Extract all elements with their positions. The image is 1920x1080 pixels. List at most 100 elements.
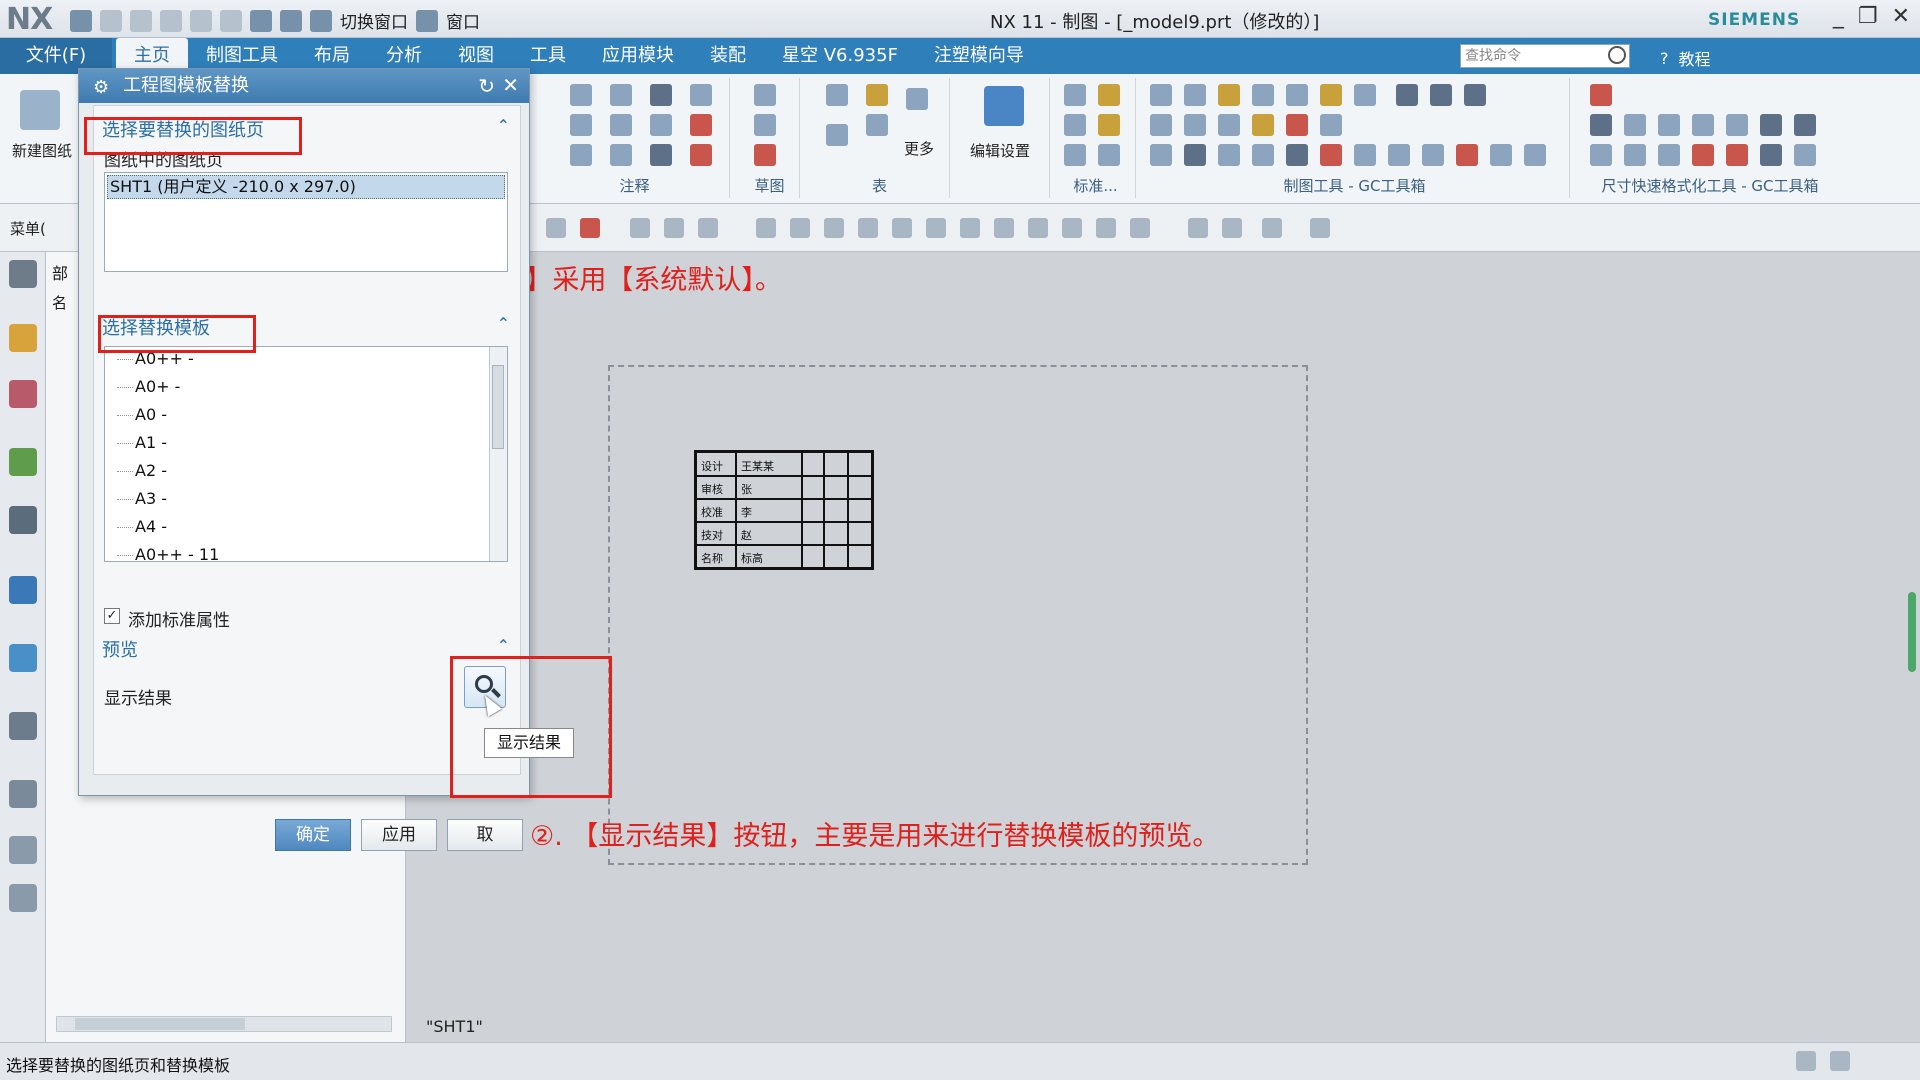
template-list-item[interactable]: A2 - (135, 461, 167, 480)
datum-icon[interactable] (570, 114, 592, 136)
dim-tool-icon-3[interactable] (1624, 114, 1646, 136)
gc-tool-icon-20[interactable] (1252, 144, 1274, 166)
dim-tool-icon-4[interactable] (1658, 114, 1680, 136)
snap-icon-10[interactable] (892, 218, 912, 238)
tab-application[interactable]: 应用模块 (584, 38, 692, 74)
dialog-close-icon[interactable]: ✕ (502, 73, 519, 97)
gc-tool-icon-4[interactable] (1252, 84, 1274, 106)
snap-icon-7[interactable] (790, 218, 810, 238)
gc-tool-icon-21[interactable] (1286, 144, 1308, 166)
window-icon[interactable] (416, 9, 438, 32)
snap-icon-1[interactable] (546, 218, 566, 238)
gc-tool-icon-27[interactable] (1490, 144, 1512, 166)
status-icon-2[interactable] (1830, 1051, 1850, 1071)
gc-tool-icon-26[interactable] (1456, 144, 1478, 166)
template-list-item[interactable]: A3 - (135, 489, 167, 508)
touch-mode-icon[interactable] (280, 9, 302, 32)
dim-tool-icon-14[interactable] (1760, 144, 1782, 166)
gc-tool-icon-23[interactable] (1354, 144, 1376, 166)
template-list-item[interactable]: A0+ - (135, 377, 180, 396)
image-icon[interactable] (610, 144, 632, 166)
dim-tool-icon-1[interactable] (1590, 84, 1612, 106)
gc-tool-icon-22[interactable] (1320, 144, 1342, 166)
tab-xingkong[interactable]: 星空 V6.935F (764, 38, 916, 74)
gc-tool-icon-8[interactable] (1396, 84, 1418, 106)
snap-icon-15[interactable] (1062, 218, 1082, 238)
roles-icon[interactable] (9, 836, 37, 864)
undo-icon[interactable] (100, 9, 122, 32)
help-icon[interactable]: ? (1660, 49, 1669, 68)
zoom-icon[interactable] (570, 144, 592, 166)
dialog-gear-icon[interactable]: ⚙ (93, 77, 109, 98)
add-std-attr-checkbox[interactable]: ✓ (104, 608, 120, 624)
standard-icon-6[interactable] (1098, 144, 1120, 166)
snap-icon-11[interactable] (926, 218, 946, 238)
navigator-scroll-thumb[interactable] (75, 1018, 245, 1030)
navigator-tab[interactable]: 部 (52, 260, 68, 284)
sheet-list-item-selected[interactable]: SHT1 (用户定义 -210.0 x 297.0) (107, 175, 505, 199)
cut-icon[interactable] (160, 9, 182, 32)
history-icon[interactable] (9, 644, 37, 672)
cancel-button[interactable]: 取 (447, 819, 523, 851)
navigator-hscrollbar[interactable] (56, 1016, 392, 1032)
snap-icon-4[interactable] (664, 218, 684, 238)
save-icon[interactable] (70, 9, 92, 32)
gc-tool-icon-28[interactable] (1524, 144, 1546, 166)
balloon-icon[interactable] (866, 84, 888, 106)
minimize-icon[interactable]: _ (1833, 4, 1844, 29)
dim-tool-icon-9[interactable] (1590, 144, 1612, 166)
snap-icon-9[interactable] (858, 218, 878, 238)
section-preview-title[interactable]: 预览 (102, 636, 138, 662)
apply-button[interactable]: 应用 (361, 819, 437, 851)
gc-tool-icon-18[interactable] (1184, 144, 1206, 166)
reuse-library-icon[interactable] (9, 448, 37, 476)
view-icon-2[interactable] (1222, 218, 1242, 238)
parts-list-icon[interactable] (826, 84, 848, 106)
gc-tool-icon-13[interactable] (1218, 114, 1240, 136)
curve-icon[interactable] (754, 84, 776, 106)
sheet-list[interactable]: SHT1 (用户定义 -210.0 x 297.0) (104, 172, 508, 272)
table-edit-icon[interactable] (866, 114, 888, 136)
template-list-item[interactable]: A0 - (135, 405, 167, 424)
note-icon[interactable] (570, 84, 592, 106)
dim-tool-icon-5[interactable] (1692, 114, 1714, 136)
close-window-icon[interactable]: ✕ (1892, 4, 1910, 29)
gc-tool-icon-2[interactable] (1184, 84, 1206, 106)
collapse-caret-icon[interactable]: ⌃ (497, 636, 510, 655)
line-icon[interactable] (754, 144, 776, 166)
view-icon-4[interactable] (1310, 218, 1330, 238)
tab-mold-wizard[interactable]: 注塑模向导 (916, 38, 1042, 74)
dim-tool-icon-7[interactable] (1760, 114, 1782, 136)
snap-icon-12[interactable] (960, 218, 980, 238)
dim-tool-icon-11[interactable] (1658, 144, 1680, 166)
snap-icon-6[interactable] (756, 218, 776, 238)
gc-tool-icon-15[interactable] (1286, 114, 1308, 136)
template-list-item[interactable]: A1 - (135, 433, 167, 452)
dim-tool-icon-15[interactable] (1794, 144, 1816, 166)
angle-icon[interactable] (610, 114, 632, 136)
system-materials-icon[interactable] (9, 884, 37, 912)
clock-icon[interactable] (9, 712, 37, 740)
collapse-caret-icon[interactable]: ⌃ (497, 116, 510, 135)
ok-button[interactable]: 确定 (275, 819, 351, 851)
center-mark-icon[interactable] (650, 114, 672, 136)
graphics-window[interactable]: 设计 王某某 审核 张 校准 李 技对 赵 名称 标高 "SHT1" (406, 252, 1920, 1042)
template-list-item[interactable]: A0++ - 11 (135, 545, 219, 561)
web-browser-icon[interactable] (9, 576, 37, 604)
assembly-navigator-icon[interactable] (9, 380, 37, 408)
gc-tool-icon-9[interactable] (1430, 84, 1452, 106)
gc-tool-icon-11[interactable] (1150, 114, 1172, 136)
command-search-input[interactable]: 查找命令 (1460, 44, 1630, 68)
template-scroll-thumb[interactable] (492, 365, 504, 449)
view-icon-3[interactable] (1262, 218, 1282, 238)
gc-tool-icon-17[interactable] (1150, 144, 1172, 166)
snap-icon-3[interactable] (630, 218, 650, 238)
gc-tool-icon-6[interactable] (1320, 84, 1342, 106)
switch-window-icon[interactable] (310, 9, 332, 32)
dim-tool-icon-13[interactable] (1726, 144, 1748, 166)
dialog-reset-icon[interactable]: ↻ (478, 74, 495, 98)
snap-icon-5[interactable] (698, 218, 718, 238)
part-navigator-icon[interactable] (9, 324, 37, 352)
search-icon[interactable] (1608, 46, 1626, 64)
standard-icon-4[interactable] (1098, 114, 1120, 136)
